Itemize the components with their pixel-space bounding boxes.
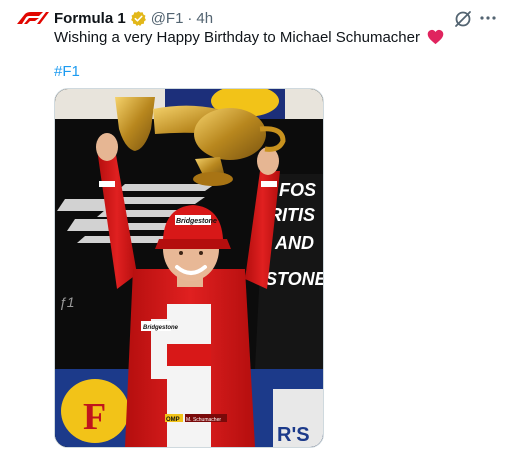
patch-text: OMP [166, 417, 180, 423]
backdrop-text-4: STONE [265, 269, 323, 289]
tweet-header: Formula 1 @F1 · 4h [54, 8, 213, 28]
tweet-text: Wishing a very Happy Birthday to Michael… [54, 28, 444, 48]
backdrop-text-3: AND [274, 233, 314, 253]
name-strip: M. Schumacher [186, 417, 221, 423]
author-handle[interactable]: @F1 [151, 10, 184, 27]
verified-badge-icon [130, 10, 146, 26]
cap-sponsor-text: Bridgestone [176, 218, 217, 225]
separator-dot: · [187, 9, 193, 27]
svg-text:ƒ1: ƒ1 [59, 294, 75, 310]
backdrop-text-1: FOS [279, 180, 316, 200]
tweet-text-body: Wishing a very Happy Birthday to Michael… [54, 29, 420, 46]
heart-icon [427, 29, 444, 45]
svg-text:F: F [83, 396, 106, 438]
more-icon[interactable] [478, 8, 498, 28]
timestamp[interactable]: 4h [196, 10, 213, 27]
backdrop-text-5: R'S [277, 424, 310, 446]
author-name[interactable]: Formula 1 [54, 10, 126, 27]
hashtag-link[interactable]: #F1 [54, 63, 80, 80]
svg-text:Bridgestone: Bridgestone [143, 325, 179, 331]
f1-logo-icon [17, 12, 49, 24]
tweet-media-image[interactable]: FOS RITIS AND STONE ƒ1 F R'S Bridgestone… [54, 88, 324, 448]
grok-icon[interactable] [453, 9, 473, 29]
avatar[interactable] [12, 10, 52, 50]
